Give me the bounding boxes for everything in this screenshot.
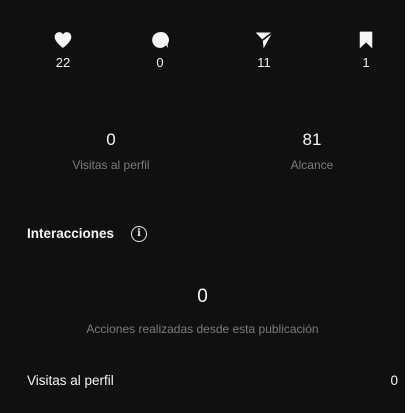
- reach-metric: 81 Alcance: [232, 130, 392, 172]
- likes-stat[interactable]: 22: [43, 30, 83, 70]
- comment-icon: [152, 32, 169, 48]
- saves-stat[interactable]: 1: [346, 30, 386, 70]
- comments-stat[interactable]: 0: [140, 30, 180, 70]
- info-icon[interactable]: i: [131, 226, 147, 242]
- reach-value: 81: [302, 130, 322, 149]
- saves-count: 1: [362, 55, 370, 70]
- profile-visits-row-value: 0: [390, 373, 398, 388]
- shares-count: 11: [257, 55, 271, 70]
- profile-visits-value: 0: [106, 130, 116, 149]
- interactions-heading: Interacciones: [27, 226, 115, 241]
- comments-count: 0: [156, 55, 164, 70]
- heart-icon: [54, 32, 72, 48]
- profile-visits-metric: 0 Visitas al perfil: [31, 130, 191, 172]
- bookmark-icon: [359, 31, 373, 49]
- profile-visits-row-label: Visitas al perfil: [27, 373, 114, 388]
- paper-plane-icon: [255, 31, 273, 49]
- likes-count: 22: [55, 55, 71, 70]
- profile-visits-label: Visitas al perfil: [72, 158, 150, 172]
- post-insights-panel: 22 0 11 1 0 Visitas al perfil 81 Alcance…: [0, 0, 405, 413]
- shares-stat[interactable]: 11: [244, 30, 284, 70]
- actions-label: Acciones realizadas desde esta publicaci…: [86, 322, 319, 336]
- reach-label: Alcance: [290, 158, 334, 172]
- actions-value: 0: [197, 286, 208, 307]
